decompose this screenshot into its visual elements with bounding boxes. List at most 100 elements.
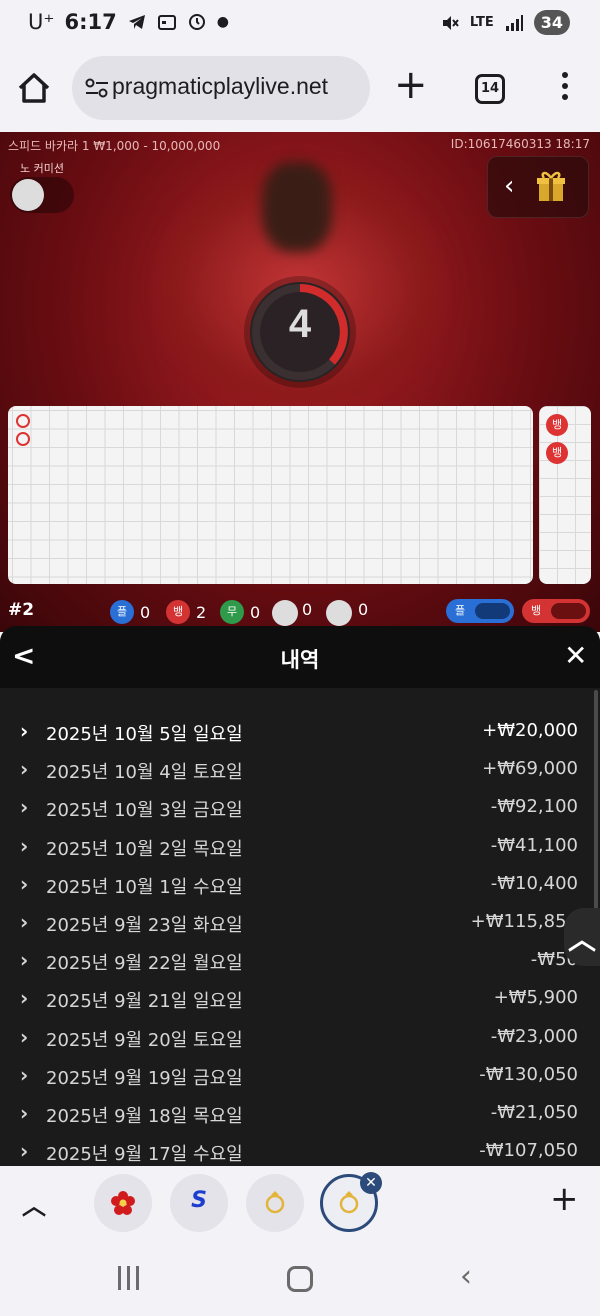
player-predict-label: 플	[454, 604, 466, 617]
tab-favicon-flower[interactable]	[94, 1174, 152, 1232]
big-road-scoreboard[interactable]	[8, 406, 533, 584]
close-icon[interactable]: ✕	[564, 642, 587, 670]
status-bar: U⁺ 6:17 ● LTE 34	[0, 0, 600, 48]
alarm-icon	[188, 14, 205, 30]
network-type: LTE	[469, 15, 494, 30]
history-row[interactable]: › 2025년 10월 5일 일요일 +₩20,000	[0, 714, 600, 752]
history-row[interactable]: › 2025년 9월 23일 화요일 +₩115,850	[0, 905, 600, 943]
round-stats: #2 플 0 뱅 2 무 0 0 0 플 뱅	[0, 596, 600, 630]
banker-pair-icon	[326, 600, 352, 626]
chevron-right-icon: ›	[20, 1101, 29, 1125]
system-nav-bar: ‹	[0, 1240, 600, 1316]
history-row[interactable]: › 2025년 10월 3일 금요일 -₩92,100	[0, 790, 600, 828]
banker-predict-fill	[551, 603, 586, 619]
chevron-right-icon: ›	[20, 1024, 29, 1049]
player-dot: 플	[110, 600, 134, 624]
clock: 6:17	[64, 10, 117, 34]
history-amount: -₩92,100	[490, 796, 578, 818]
ring-icon	[339, 1191, 359, 1214]
history-amount: -₩107,050	[479, 1140, 578, 1162]
tab-strip: ︿ S ✕ +	[0, 1166, 600, 1240]
history-date: 2025년 9월 18일 목요일	[46, 1106, 243, 1127]
back-nav-icon[interactable]: ‹	[460, 1262, 472, 1292]
banker-bead: 뱅	[546, 442, 568, 464]
chevron-right-icon: ›	[20, 871, 29, 896]
history-date: 2025년 10월 2일 목요일	[46, 838, 243, 860]
history-row[interactable]: › 2025년 10월 4일 토요일 +₩69,000	[0, 752, 600, 790]
gift-icon	[537, 171, 565, 201]
history-date: 2025년 10월 3일 금요일	[46, 800, 243, 822]
history-row[interactable]: › 2025년 9월 18일 목요일 -₩21,050	[0, 1096, 600, 1134]
close-tab-icon[interactable]: ✕	[360, 1172, 382, 1194]
tie-dot: 무	[220, 600, 244, 624]
history-row[interactable]: › 2025년 10월 2일 목요일 -₩41,100	[0, 829, 600, 867]
history-amount: -₩21,050	[490, 1102, 578, 1123]
player-predict-button[interactable]: 플	[446, 599, 514, 623]
promo-button[interactable]: ‹	[487, 156, 589, 218]
scroll-to-top-button[interactable]: ︿	[564, 908, 600, 966]
history-amount: +₩69,000	[482, 758, 578, 780]
chevron-right-icon: ›	[20, 986, 29, 1011]
site-settings-icon[interactable]	[84, 76, 110, 100]
no-commission-label: 노 커미션	[20, 162, 64, 175]
home-nav-icon[interactable]	[287, 1266, 313, 1292]
chevron-right-icon: ›	[20, 757, 29, 782]
battery-indicator: 34	[533, 10, 570, 35]
history-amount: +₩5,900	[493, 987, 578, 1009]
tab-switcher-button[interactable]: 14	[475, 74, 505, 104]
history-row[interactable]: › 2025년 9월 21일 일요일 +₩5,900	[0, 981, 600, 1019]
flower-icon	[111, 1191, 135, 1215]
recent-apps-icon[interactable]	[118, 1266, 139, 1290]
dealer-figure	[262, 162, 332, 252]
tab-favicon-s[interactable]: S	[170, 1174, 228, 1232]
home-icon[interactable]	[14, 68, 54, 108]
player-pair-icon	[272, 600, 298, 626]
screen: U⁺ 6:17 ● LTE 34 pragmaticplaylive.net +…	[0, 0, 600, 1316]
s-logo-icon: S	[191, 1188, 207, 1213]
countdown-value: 4	[288, 302, 312, 346]
add-tab-icon[interactable]: +	[550, 1182, 579, 1216]
table-info: 스피드 바카라 1 ₩1,000 - 10,000,000	[8, 139, 221, 153]
chevron-left-icon: ‹	[504, 171, 515, 201]
history-row[interactable]: › 2025년 9월 19일 금요일 -₩130,050	[0, 1058, 600, 1096]
new-tab-icon[interactable]: +	[394, 65, 428, 105]
chevron-up-icon[interactable]: ︿	[22, 1186, 46, 1221]
chevron-right-icon: ›	[20, 719, 29, 743]
history-row[interactable]: › 2025년 9월 20일 토요일 -₩23,000	[0, 1020, 600, 1058]
url-text: pragmaticplaylive.net	[112, 73, 329, 99]
telegram-icon	[128, 15, 145, 29]
chevron-right-icon: ›	[20, 833, 29, 858]
banker-bead: 뱅	[546, 414, 568, 436]
player-pair-count: 0	[302, 600, 313, 619]
history-date: 2025년 9월 17일 수요일	[46, 1144, 243, 1166]
history-scrollbar[interactable]	[594, 690, 598, 910]
history-amount: +₩20,000	[482, 720, 578, 741]
chevron-right-icon: ›	[20, 795, 29, 820]
banker-count: 2	[196, 602, 207, 622]
history-date: 2025년 10월 4일 토요일	[46, 762, 243, 784]
tie-count: 0	[250, 602, 261, 622]
history-row[interactable]: › 2025년 9월 22일 월요일 -₩50	[0, 943, 600, 981]
history-date: 2025년 9월 21일 일요일	[46, 991, 243, 1013]
history-row[interactable]: › 2025년 9월 17일 수요일 -₩107,050	[0, 1134, 600, 1166]
history-panel: < 내역 ✕ › 2025년 10월 5일 일요일 +₩20,000 › 2025년 1…	[0, 626, 600, 1166]
tab-favicon-ring[interactable]	[246, 1174, 304, 1232]
history-row[interactable]: › 2025년 10월 1일 수요일 -₩10,400	[0, 867, 600, 905]
bead-road-scoreboard[interactable]: 뱅 뱅	[539, 406, 591, 584]
history-amount: -₩23,000	[490, 1025, 578, 1047]
no-commission-toggle[interactable]	[10, 177, 74, 213]
banker-pair-count: 0	[358, 600, 369, 619]
calendar-icon	[157, 15, 176, 30]
mute-icon	[442, 15, 459, 30]
history-date: 2025년 10월 1일 수요일	[46, 876, 243, 898]
banker-predict-button[interactable]: 뱅	[522, 599, 590, 623]
address-bar[interactable]: pragmaticplaylive.net	[72, 56, 370, 120]
banker-mark	[16, 432, 30, 446]
banker-predict-label: 뱅	[530, 604, 542, 617]
countdown-timer: 4	[250, 282, 350, 382]
round-id: ID:10617460313 18:17	[450, 137, 590, 151]
banker-mark	[16, 414, 30, 428]
more-menu-icon[interactable]	[560, 72, 570, 106]
history-amount: +₩115,850	[470, 911, 578, 932]
chevron-right-icon: ›	[20, 948, 29, 973]
